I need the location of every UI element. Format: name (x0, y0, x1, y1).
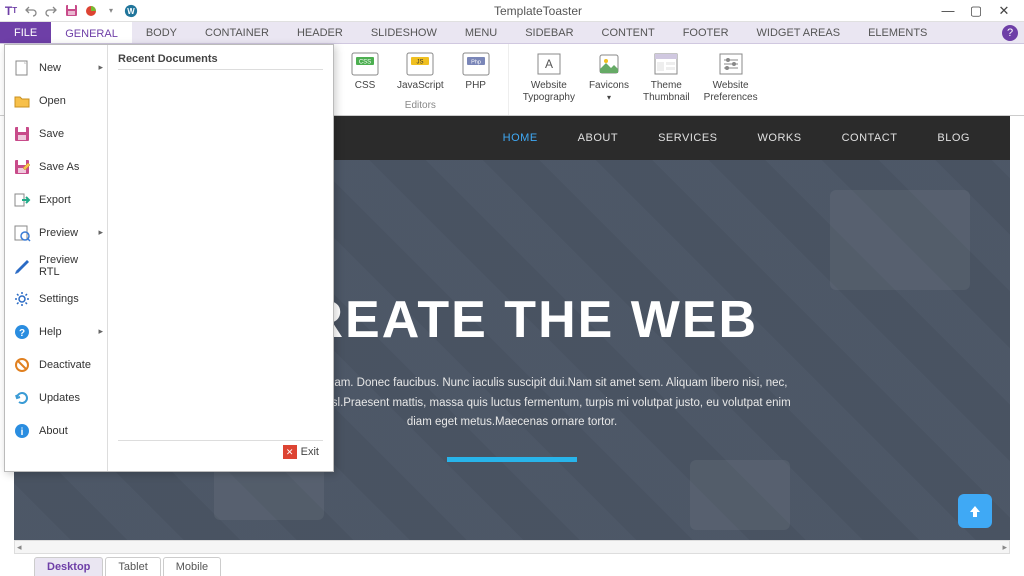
about-icon: i (13, 422, 31, 440)
tab-elements[interactable]: ELEMENTS (854, 22, 941, 43)
view-tab-desktop[interactable]: Desktop (34, 557, 103, 576)
javascript-button[interactable]: JS JavaScript (391, 48, 450, 94)
hero-divider (447, 457, 577, 462)
horizontal-scrollbar[interactable]: ◂▸ (14, 540, 1010, 554)
js-icon: JS (404, 50, 436, 78)
quick-access-toolbar: TT ▾ W (4, 4, 138, 18)
menu-new[interactable]: New▸ (5, 51, 107, 84)
ribbon-group-misc: A Website Typography Favicons▾ Theme Thu… (509, 44, 772, 115)
svg-text:Php: Php (471, 60, 481, 66)
open-icon (13, 92, 31, 110)
close-icon: ✕ (283, 445, 297, 459)
close-button[interactable]: ✕ (994, 3, 1014, 19)
tab-body[interactable]: BODY (132, 22, 191, 43)
preferences-button[interactable]: Website Preferences (698, 48, 764, 105)
menu-help[interactable]: ?Help▸ (5, 315, 107, 348)
php-button[interactable]: Php PHP (452, 48, 500, 94)
app-title: TemplateToaster (138, 4, 938, 18)
menu-save-as[interactable]: Save As (5, 150, 107, 183)
svg-text:JS: JS (417, 60, 424, 66)
preview-icon (13, 224, 31, 242)
menu-about[interactable]: iAbout (5, 414, 107, 447)
tab-container[interactable]: CONTAINER (191, 22, 283, 43)
menu-preview[interactable]: Preview▸ (5, 216, 107, 249)
ribbon-group-editors: CSS CSS JS JavaScript Php PHP Editors (333, 44, 509, 115)
save-icon (13, 125, 31, 143)
minimize-button[interactable]: — (938, 3, 958, 19)
recent-documents-panel: Recent Documents ✕ Exit (107, 45, 333, 471)
preferences-icon (715, 50, 747, 78)
menu-open[interactable]: Open (5, 84, 107, 117)
view-tab-tablet[interactable]: Tablet (105, 557, 160, 576)
svg-text:W: W (127, 7, 135, 16)
color-icon[interactable] (84, 4, 98, 18)
typography-button[interactable]: A Website Typography (517, 48, 581, 105)
nav-services[interactable]: SERVICES (658, 132, 717, 144)
recent-documents-title: Recent Documents (118, 53, 323, 70)
ribbon-tab-strip: FILE GENERAL BODY CONTAINER HEADER SLIDE… (0, 22, 1024, 44)
nav-contact[interactable]: CONTACT (842, 132, 898, 144)
css-button[interactable]: CSS CSS (341, 48, 389, 94)
preview-rtl-icon (13, 257, 31, 275)
svg-text:i: i (21, 427, 24, 438)
arrow-up-icon (967, 503, 983, 519)
menu-preview-rtl[interactable]: Preview RTL (5, 249, 107, 282)
file-menu: New▸ Open Save Save As Export Preview▸ P… (4, 44, 334, 472)
tab-content[interactable]: CONTENT (588, 22, 669, 43)
tab-sidebar[interactable]: SIDEBAR (511, 22, 587, 43)
tab-header[interactable]: HEADER (283, 22, 357, 43)
php-icon: Php (460, 50, 492, 78)
save-as-icon (13, 158, 31, 176)
tab-footer[interactable]: FOOTER (669, 22, 743, 43)
new-icon (13, 59, 31, 77)
exit-button[interactable]: ✕ Exit (118, 440, 323, 463)
nav-works[interactable]: WORKS (758, 132, 802, 144)
view-tab-mobile[interactable]: Mobile (163, 557, 221, 576)
settings-icon (13, 290, 31, 308)
undo-icon[interactable] (24, 4, 38, 18)
updates-icon (13, 389, 31, 407)
menu-deactivate[interactable]: Deactivate (5, 348, 107, 381)
thumbnail-icon (650, 50, 682, 78)
tab-menu[interactable]: MENU (451, 22, 511, 43)
chevron-right-icon: ▸ (98, 62, 103, 73)
export-icon (13, 191, 31, 209)
css-icon: CSS (349, 50, 381, 78)
group-label-editors: Editors (405, 100, 436, 111)
tab-widget-areas[interactable]: WIDGET AREAS (743, 22, 855, 43)
menu-settings[interactable]: Settings (5, 282, 107, 315)
window-controls: — ▢ ✕ (938, 3, 1020, 19)
save-icon[interactable] (64, 4, 78, 18)
chevron-right-icon: ▸ (98, 227, 103, 238)
menu-export[interactable]: Export (5, 183, 107, 216)
nav-about[interactable]: ABOUT (578, 132, 618, 144)
svg-text:CSS: CSS (359, 60, 371, 66)
typography-icon: A (533, 50, 565, 78)
wordpress-icon[interactable]: W (124, 4, 138, 18)
favicons-button[interactable]: Favicons▾ (583, 48, 635, 105)
redo-icon[interactable] (44, 4, 58, 18)
file-menu-items: New▸ Open Save Save As Export Preview▸ P… (5, 45, 107, 471)
tab-file[interactable]: FILE (0, 22, 51, 43)
viewport-tabs: Desktop Tablet Mobile (34, 554, 223, 576)
dropdown-icon[interactable]: ▾ (104, 4, 118, 18)
maximize-button[interactable]: ▢ (966, 3, 986, 19)
thumbnail-button[interactable]: Theme Thumbnail (637, 48, 696, 105)
nav-blog[interactable]: BLOG (937, 132, 970, 144)
svg-text:?: ? (19, 328, 25, 339)
chevron-right-icon: ▸ (98, 326, 103, 337)
favicons-icon (593, 50, 625, 78)
help-icon[interactable]: ? (1002, 25, 1018, 41)
text-tool-icon[interactable]: TT (4, 4, 18, 18)
svg-text:A: A (545, 57, 553, 71)
menu-updates[interactable]: Updates (5, 381, 107, 414)
menu-save[interactable]: Save (5, 117, 107, 150)
help-menu-icon: ? (13, 323, 31, 341)
tab-general[interactable]: GENERAL (51, 22, 132, 43)
tab-slideshow[interactable]: SLIDESHOW (357, 22, 451, 43)
scroll-top-button[interactable] (958, 494, 992, 528)
nav-home[interactable]: HOME (503, 132, 538, 144)
deactivate-icon (13, 356, 31, 374)
title-bar: TT ▾ W TemplateToaster — ▢ ✕ (0, 0, 1024, 22)
